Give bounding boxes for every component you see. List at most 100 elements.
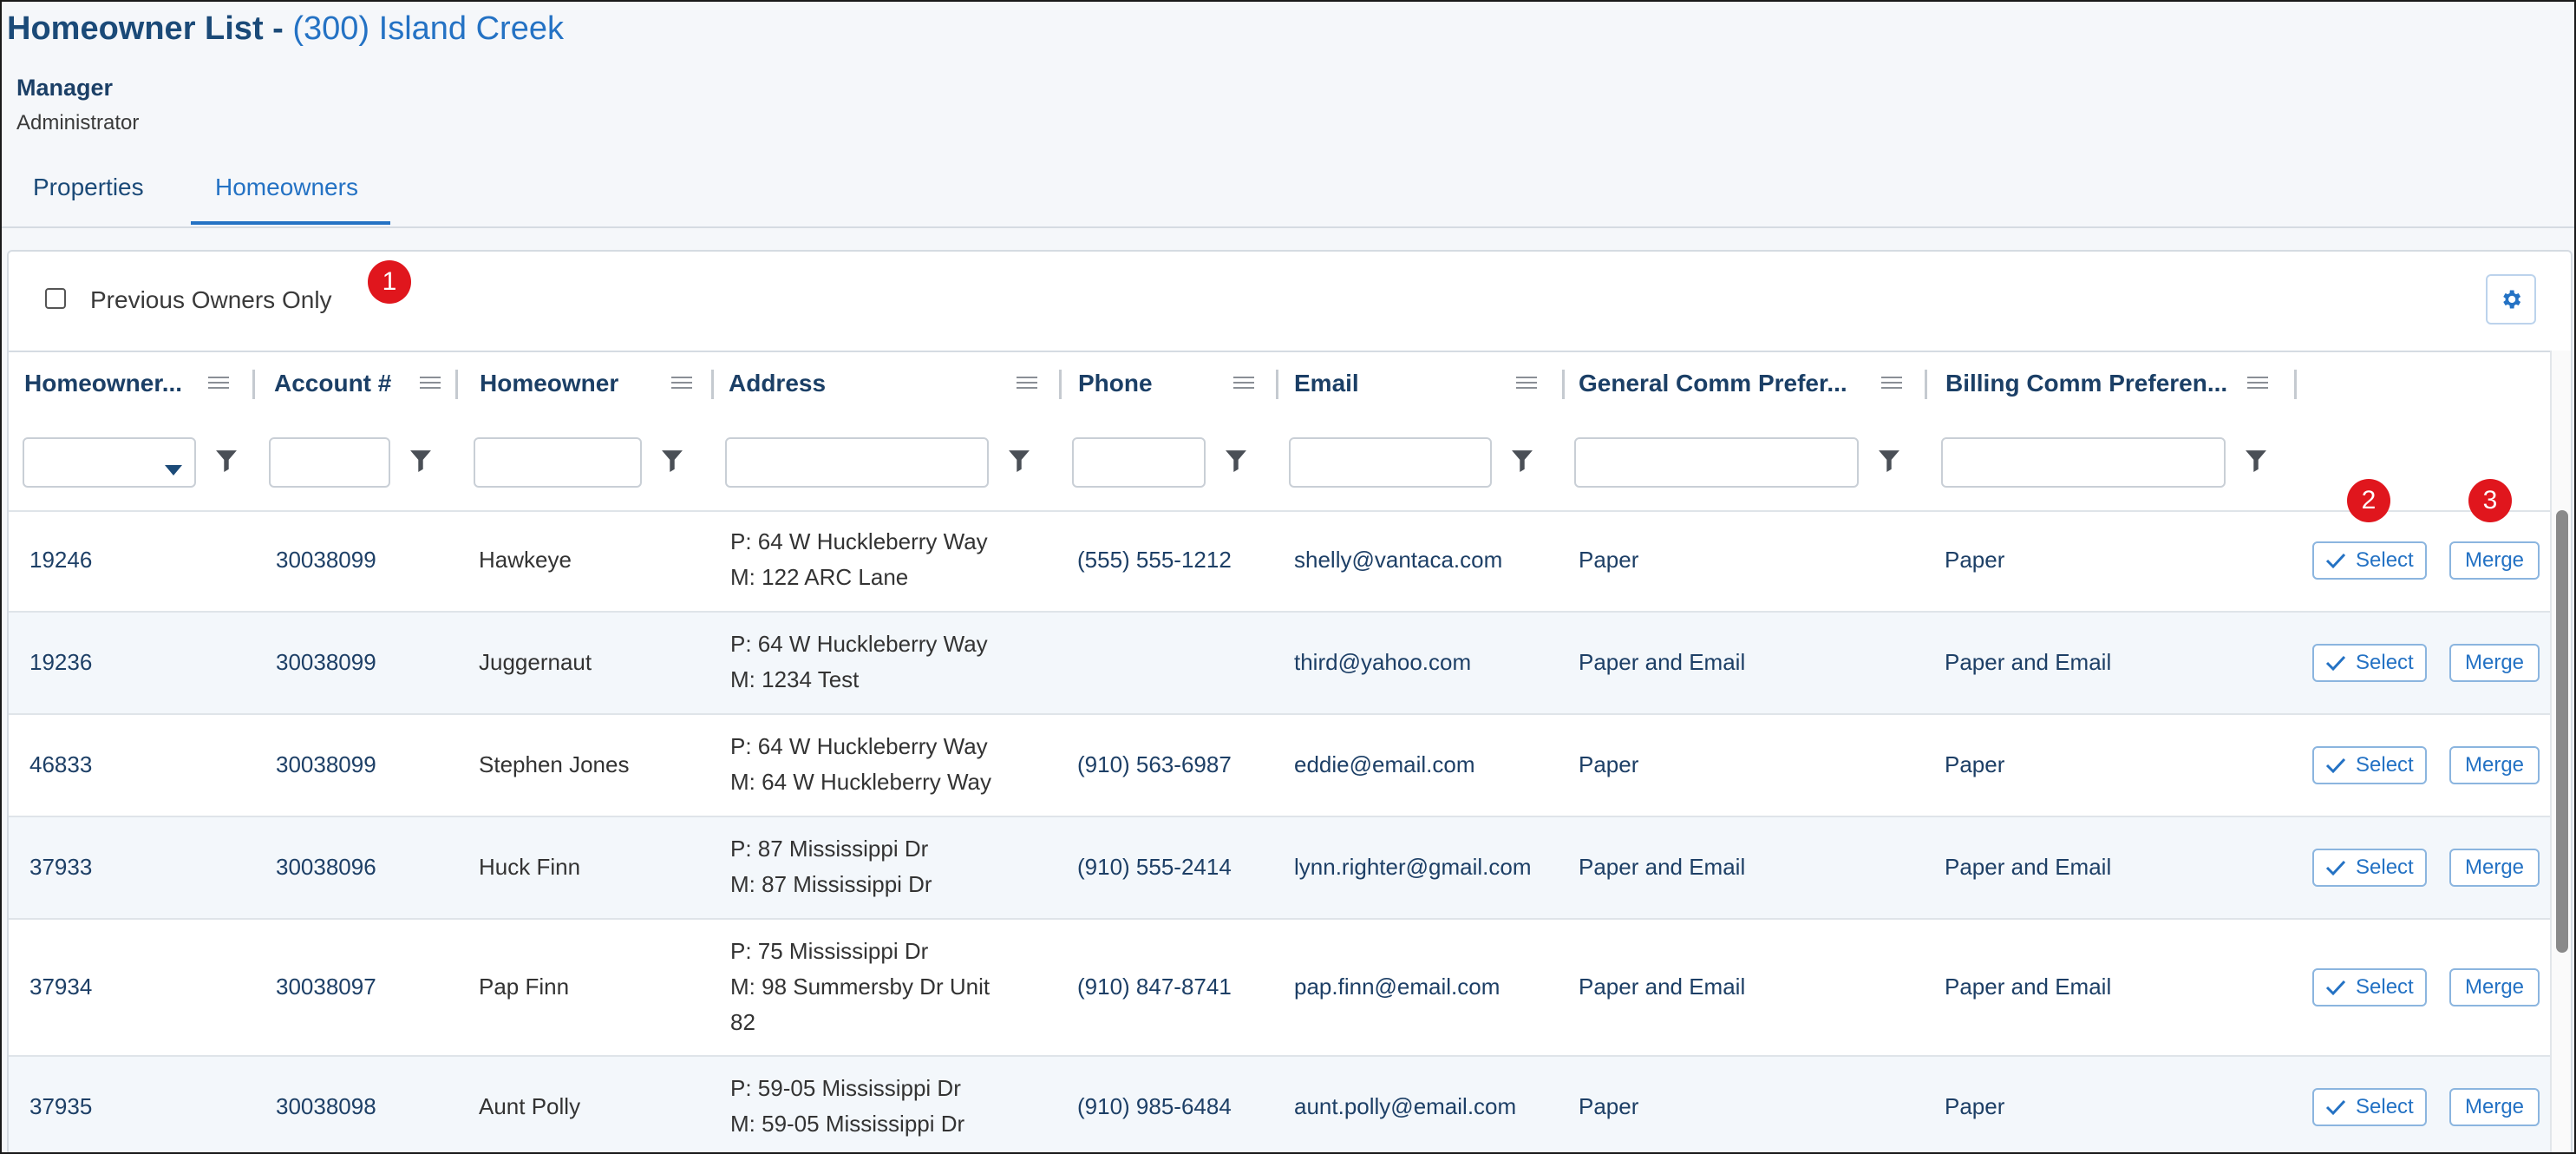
homeowner-id-filter-select[interactable] — [23, 437, 196, 488]
header-phone[interactable]: Phone — [1063, 351, 1280, 420]
checkmark-icon — [2325, 1099, 2346, 1116]
select-button[interactable]: Select — [2312, 746, 2427, 784]
filter-icon[interactable] — [1511, 448, 1533, 474]
general-comm-cell: Paper — [1579, 1093, 1639, 1119]
filter-icon[interactable] — [661, 448, 683, 474]
header-general-comm[interactable]: General Comm Prefer... — [1564, 351, 1932, 420]
settings-button[interactable] — [2486, 274, 2536, 325]
column-divider[interactable] — [2294, 370, 2297, 399]
table-row[interactable]: 46833 30038099 Stephen Jones P: 64 W Huc… — [9, 715, 2571, 817]
general-comm-cell: Paper — [1579, 547, 1639, 573]
previous-owners-label: Previous Owners Only — [90, 286, 332, 313]
checkmark-icon — [2325, 655, 2346, 672]
select-button-label: Select — [2356, 548, 2414, 572]
header-email[interactable]: Email — [1279, 351, 1566, 420]
merge-button[interactable]: Merge — [2449, 644, 2540, 682]
homeowner-id-cell: 37934 — [29, 974, 93, 1000]
homeowner-filter-input[interactable] — [474, 437, 642, 488]
filter-icon[interactable] — [409, 448, 432, 474]
column-menu-icon[interactable] — [1017, 373, 1037, 394]
column-menu-icon[interactable] — [420, 373, 441, 394]
phone-cell: (555) 555-1212 — [1077, 547, 1232, 573]
grid-header-row: Homeowner... Account # Homeowner Address — [9, 351, 2571, 422]
header-label: Phone — [1078, 370, 1153, 397]
address-mailing-line: M: 98 Summersby Dr Unit 82 — [730, 974, 991, 1035]
header-label: Email — [1294, 370, 1359, 397]
general-comm-filter-input[interactable] — [1574, 437, 1859, 488]
previous-owners-checkbox[interactable] — [45, 288, 66, 309]
address-mailing-line: M: 59-05 Mississippi Dr — [730, 1111, 965, 1137]
header-label: Homeowner... — [24, 370, 183, 397]
account-filter-input[interactable] — [269, 437, 390, 488]
merge-button[interactable]: Merge — [2449, 968, 2540, 1006]
phone-cell: (910) 847-8741 — [1077, 974, 1232, 1000]
scrollbar-thumb[interactable] — [2556, 510, 2568, 953]
filter-icon[interactable] — [1878, 448, 1900, 474]
address-mailing-line: M: 87 Mississippi Dr — [730, 871, 932, 897]
tab-properties[interactable]: Properties — [33, 174, 144, 225]
address-property-line: P: 64 W Huckleberry Way — [730, 631, 988, 657]
homeowner-id-cell: 19246 — [29, 547, 93, 573]
header-billing-comm[interactable]: Billing Comm Preferen... — [1930, 351, 2298, 420]
email-cell: aunt.polly@email.com — [1294, 1093, 1517, 1119]
homeowner-id-cell: 19236 — [29, 649, 93, 675]
address-property-line: P: 87 Mississippi Dr — [730, 836, 929, 862]
email-cell: eddie@email.com — [1294, 751, 1475, 777]
general-comm-cell: Paper and Email — [1579, 649, 1746, 675]
app-window: Homeowner List - (300) Island Creek Mana… — [0, 0, 2576, 1154]
select-button[interactable]: Select — [2312, 1088, 2427, 1126]
homeowner-panel: Previous Owners Only 1 Homeowner... Acco… — [7, 250, 2573, 1152]
billing-comm-cell: Paper — [1945, 1093, 2005, 1119]
table-row[interactable]: 19236 30038099 Juggernaut P: 64 W Huckle… — [9, 613, 2571, 715]
address-filter-input[interactable] — [725, 437, 989, 488]
header-address[interactable]: Address — [714, 351, 1062, 420]
gear-icon — [2503, 290, 2521, 309]
table-row[interactable]: 37934 30038097 Pap Finn P: 75 Mississipp… — [9, 920, 2571, 1057]
column-menu-icon[interactable] — [671, 373, 692, 394]
column-menu-icon[interactable] — [208, 373, 229, 394]
billing-comm-filter-input[interactable] — [1941, 437, 2226, 488]
column-menu-icon[interactable] — [1233, 373, 1254, 394]
filter-icon[interactable] — [2245, 448, 2267, 474]
billing-comm-cell: Paper and Email — [1945, 974, 2112, 1000]
filter-icon[interactable] — [215, 448, 238, 474]
header-account[interactable]: Account # — [255, 351, 489, 420]
merge-button[interactable]: Merge — [2449, 541, 2540, 580]
table-row[interactable]: 37935 30038098 Aunt Polly P: 59-05 Missi… — [9, 1057, 2571, 1152]
column-menu-icon[interactable] — [1516, 373, 1537, 394]
merge-button[interactable]: Merge — [2449, 849, 2540, 887]
tab-homeowners[interactable]: Homeowners — [191, 174, 390, 225]
homeowner-name-cell: Pap Finn — [479, 974, 570, 1000]
chevron-down-icon — [165, 465, 182, 475]
vertical-scrollbar[interactable] — [2550, 351, 2571, 1152]
header-homeowner[interactable]: Homeowner — [458, 351, 714, 420]
column-divider[interactable] — [1276, 370, 1278, 399]
filter-icon[interactable] — [1225, 448, 1247, 474]
checkmark-icon — [2325, 980, 2346, 996]
address-property-line: P: 64 W Huckleberry Way — [730, 528, 988, 554]
merge-button[interactable]: Merge — [2449, 1088, 2540, 1126]
page-title-prefix: Homeowner List - — [7, 10, 293, 47]
column-menu-icon[interactable] — [1881, 373, 1902, 394]
column-divider[interactable] — [1059, 370, 1062, 399]
homeowner-id-cell: 37935 — [29, 1093, 93, 1119]
merge-button[interactable]: Merge — [2449, 746, 2540, 784]
table-row[interactable]: 19246 30038099 Hawkeye P: 64 W Huckleber… — [9, 510, 2571, 613]
homeowner-name-cell: Juggernaut — [479, 649, 592, 675]
email-filter-input[interactable] — [1289, 437, 1492, 488]
select-button[interactable]: Select — [2312, 541, 2427, 580]
select-button[interactable]: Select — [2312, 644, 2427, 682]
homeowner-id-cell: 46833 — [29, 751, 93, 777]
checkmark-icon — [2325, 757, 2346, 774]
phone-filter-input[interactable] — [1072, 437, 1206, 488]
table-row[interactable]: 37933 30038096 Huck Finn P: 87 Mississip… — [9, 817, 2571, 920]
column-menu-icon[interactable] — [2247, 373, 2268, 394]
select-button[interactable]: Select — [2312, 968, 2427, 1006]
header-label: Homeowner — [480, 370, 619, 397]
column-divider[interactable] — [1925, 370, 1927, 399]
filter-icon[interactable] — [1008, 448, 1030, 474]
account-cell: 30038099 — [276, 751, 376, 777]
page-title: Homeowner List - (300) Island Creek — [7, 10, 564, 48]
select-button[interactable]: Select — [2312, 849, 2427, 887]
header-homeowner-id[interactable]: Homeowner... — [9, 351, 255, 420]
